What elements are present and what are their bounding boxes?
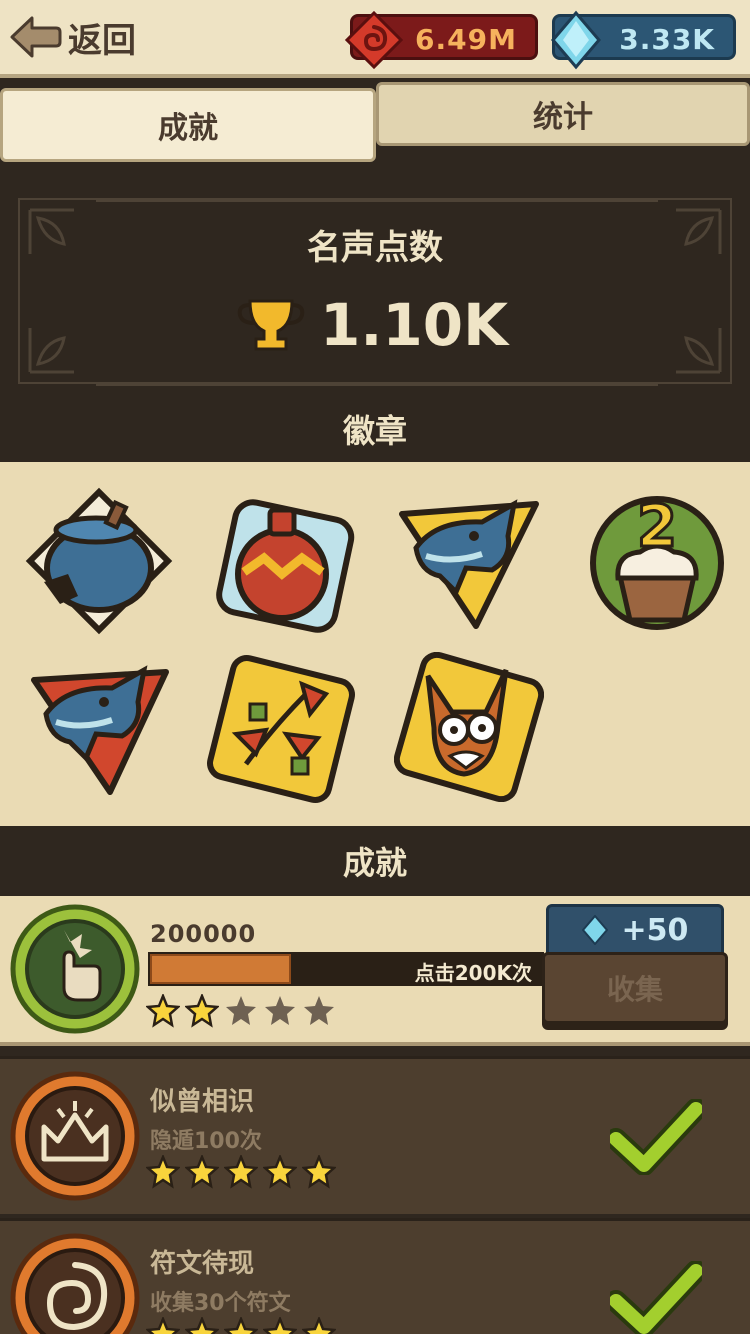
star-rating	[146, 1317, 336, 1334]
achievement-desc: 隐遁100次	[150, 1129, 262, 1154]
star-filled-icon	[146, 1155, 180, 1189]
achievement-row-completed: 符文待现 收集30个符文	[0, 1218, 750, 1334]
leaf-ornament-icon	[676, 328, 722, 374]
star-empty-icon	[226, 996, 256, 1025]
star-filled-icon	[185, 994, 219, 1028]
star-filled-icon	[263, 1155, 297, 1189]
reward-amount: +50	[621, 912, 689, 948]
tab-achievements[interactable]: 成就	[0, 88, 376, 162]
star-rating	[146, 1155, 336, 1189]
currency-red-value: 6.49M	[415, 23, 517, 56]
star-filled-icon	[224, 1155, 258, 1189]
red-dragon-badge-icon[interactable]	[26, 658, 176, 808]
achievements-title: 成就	[0, 826, 750, 896]
star-filled-icon	[185, 1317, 219, 1334]
vase-badge-icon[interactable]	[210, 492, 360, 642]
progress-text: 点击200K次	[414, 961, 532, 985]
leaf-ornament-icon	[28, 328, 74, 374]
achievement-progress-bar: 点击200K次	[148, 952, 544, 986]
checkmark-icon	[610, 1099, 702, 1175]
currency-blue-value: 3.33K	[619, 23, 715, 56]
reward-amount-badge: +50	[546, 904, 724, 956]
red-rune-icon	[344, 10, 404, 70]
sack-badge-icon[interactable]	[24, 486, 174, 636]
fox-badge-icon[interactable]	[394, 652, 544, 802]
fame-panel: 名声点数 1.10K 徽章	[0, 172, 750, 462]
star-empty-icon	[265, 996, 295, 1025]
star-empty-icon	[304, 996, 334, 1025]
star-filled-icon	[263, 1317, 297, 1334]
currency-blue[interactable]: 3.33K	[551, 10, 736, 70]
back-label: 返回	[68, 20, 136, 61]
fame-title: 名声点数	[307, 228, 443, 268]
achievement-row-active: 200000 点击200K次 +50 收集	[0, 896, 750, 1046]
trophy-icon	[237, 299, 305, 351]
flower-badge-icon[interactable]	[206, 654, 356, 804]
cupcake-badge-icon[interactable]: 2	[582, 488, 732, 638]
tab-statistics[interactable]: 统计	[376, 82, 750, 146]
gem-icon	[551, 10, 601, 70]
tap-hand-icon	[10, 904, 140, 1034]
rune-spiral-icon	[10, 1233, 140, 1334]
star-filled-icon	[146, 1317, 180, 1334]
star-rating	[146, 994, 336, 1028]
achievement-name: 符文待现	[150, 1249, 255, 1279]
star-filled-icon	[185, 1155, 219, 1189]
checkmark-icon	[610, 1261, 702, 1334]
back-arrow-icon	[10, 16, 62, 58]
blue-dragon-badge-icon[interactable]	[396, 492, 546, 642]
top-bar: 返回 6.49M 3.33K	[0, 0, 750, 78]
reward-panel: +50 收集	[542, 904, 728, 1028]
gem-icon	[581, 915, 608, 945]
fame-value-row: 1.10K	[236, 290, 508, 360]
collect-button[interactable]: 收集	[542, 952, 728, 1024]
achievement-desc: 收集30个符文	[150, 1291, 291, 1316]
achievement-name: 似曾相识	[150, 1087, 255, 1117]
tab-bar: 成就 统计	[0, 82, 750, 172]
fame-value: 1.10K	[320, 291, 509, 359]
badges-grid: 2	[0, 462, 750, 826]
star-filled-icon	[146, 994, 180, 1028]
svg-text:2: 2	[637, 492, 677, 560]
currency-red[interactable]: 6.49M	[344, 10, 538, 70]
badges-title: 徽章	[342, 412, 407, 450]
progress-fill	[150, 954, 292, 984]
back-button[interactable]: 返回	[8, 12, 136, 62]
achievement-count: 200000	[150, 920, 257, 948]
achievement-row-completed: 似曾相识 隐遁100次	[0, 1056, 750, 1214]
star-filled-icon	[302, 1317, 336, 1334]
star-filled-icon	[302, 1155, 336, 1189]
crown-icon	[10, 1071, 140, 1201]
star-filled-icon	[224, 1317, 258, 1334]
